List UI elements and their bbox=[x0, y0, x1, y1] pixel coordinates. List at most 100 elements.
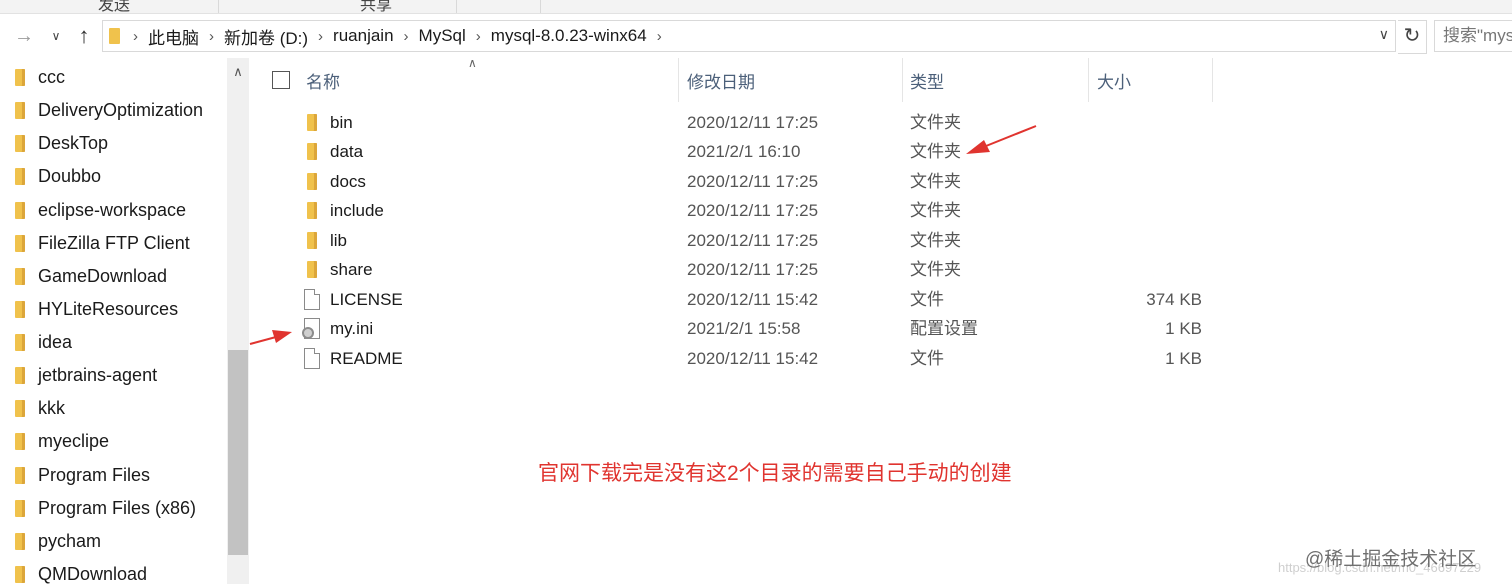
ribbon-strip: 发送 共享 bbox=[0, 0, 1512, 14]
address-bar[interactable]: › 此电脑 › 新加卷 (D:) › ruanjain › MySql › my… bbox=[102, 20, 1396, 52]
table-row[interactable]: share 2020/12/11 17:25 文件夹 bbox=[252, 255, 1212, 284]
nav-item[interactable]: HYLiteResources bbox=[0, 293, 226, 326]
nav-item[interactable]: FileZilla FTP Client bbox=[0, 227, 226, 260]
file-date: 2020/12/11 17:25 bbox=[687, 172, 819, 191]
recent-locations-chevron-icon[interactable]: ∨ bbox=[44, 24, 68, 48]
nav-item-label: DeliveryOptimization bbox=[38, 100, 204, 120]
file-type: 文件夹 bbox=[910, 231, 961, 250]
nav-scrollbar[interactable]: ∧ bbox=[227, 58, 249, 584]
column-header-type[interactable]: 类型 bbox=[910, 58, 944, 102]
chevron-right-icon[interactable]: › bbox=[657, 28, 662, 45]
nav-item[interactable]: DeskTop bbox=[0, 127, 226, 160]
select-all-checkbox[interactable] bbox=[272, 71, 290, 89]
scroll-up-icon[interactable]: ∧ bbox=[227, 64, 249, 82]
nav-item[interactable]: idea bbox=[0, 326, 226, 359]
nav-item-label: Doubbo bbox=[38, 166, 102, 186]
table-row[interactable]: include 2020/12/11 17:25 文件夹 bbox=[252, 196, 1212, 225]
chevron-right-icon[interactable]: › bbox=[404, 28, 409, 45]
navigation-pane: ccc DeliveryOptimization DeskTop Doubbo … bbox=[0, 58, 250, 584]
search-input[interactable]: 搜索"mys bbox=[1434, 20, 1512, 52]
folder-icon bbox=[307, 261, 317, 278]
nav-item[interactable]: Program Files (x86) bbox=[0, 492, 226, 525]
breadcrumb-item[interactable]: 此电脑 bbox=[148, 24, 199, 49]
file-type: 文件夹 bbox=[910, 142, 961, 161]
breadcrumb-item[interactable]: MySql bbox=[419, 26, 466, 46]
folder-icon bbox=[15, 400, 25, 417]
file-name: data bbox=[330, 142, 364, 161]
column-divider[interactable] bbox=[1088, 58, 1089, 102]
file-icon bbox=[304, 289, 320, 310]
ribbon-tab-send[interactable]: 发送 bbox=[98, 0, 130, 13]
folder-icon bbox=[307, 232, 317, 249]
nav-item[interactable]: kkk bbox=[0, 392, 226, 425]
watermark: @稀土掘金技术社区 bbox=[1305, 549, 1477, 570]
folder-icon bbox=[15, 533, 25, 550]
file-size: 1 KB bbox=[1165, 349, 1202, 368]
nav-item[interactable]: Doubbo bbox=[0, 160, 226, 193]
chevron-right-icon[interactable]: › bbox=[133, 28, 138, 45]
file-name: docs bbox=[330, 172, 366, 191]
nav-item-label: QMDownload bbox=[38, 564, 148, 584]
address-dropdown-icon[interactable]: ∨ bbox=[1379, 26, 1389, 43]
column-header-name[interactable]: 名称 bbox=[306, 58, 340, 102]
nav-item[interactable]: Program Files bbox=[0, 459, 226, 492]
file-name: my.ini bbox=[330, 319, 374, 338]
back-arrow-icon[interactable]: → bbox=[12, 24, 36, 48]
table-row[interactable]: README 2020/12/11 15:42 文件 1 KB bbox=[252, 344, 1212, 373]
file-type: 文件夹 bbox=[910, 172, 961, 191]
file-size bbox=[1092, 108, 1202, 137]
nav-item[interactable]: pycham bbox=[0, 525, 226, 558]
nav-item[interactable]: eclipse-workspace bbox=[0, 194, 226, 227]
folder-icon bbox=[15, 367, 25, 384]
file-size: 374 KB bbox=[1146, 290, 1202, 309]
chevron-right-icon[interactable]: › bbox=[476, 28, 481, 45]
folder-icon bbox=[15, 433, 25, 450]
folder-icon bbox=[109, 28, 120, 44]
column-divider[interactable] bbox=[1212, 58, 1213, 102]
breadcrumb-item[interactable]: ruanjain bbox=[333, 26, 394, 46]
folder-icon bbox=[15, 102, 25, 119]
table-row[interactable]: lib 2020/12/11 17:25 文件夹 bbox=[252, 226, 1212, 255]
chevron-right-icon[interactable]: › bbox=[318, 28, 323, 45]
refresh-icon[interactable]: ↻ bbox=[1398, 20, 1427, 54]
chevron-right-icon[interactable]: › bbox=[209, 28, 214, 45]
table-row[interactable]: docs 2020/12/11 17:25 文件夹 bbox=[252, 167, 1212, 196]
up-arrow-icon[interactable]: ↑ bbox=[72, 24, 96, 48]
file-size bbox=[1092, 137, 1202, 166]
file-list: ∧ 名称 修改日期 类型 大小 bin 2020/12/11 17:25 文件夹… bbox=[252, 56, 1512, 584]
nav-item-label: ccc bbox=[38, 67, 65, 87]
file-type: 文件 bbox=[910, 290, 944, 309]
folder-icon bbox=[307, 173, 317, 190]
nav-item[interactable]: DeliveryOptimization bbox=[0, 94, 226, 127]
table-row[interactable]: data 2021/2/1 16:10 文件夹 bbox=[252, 137, 1212, 166]
folder-icon bbox=[15, 467, 25, 484]
scroll-thumb[interactable] bbox=[228, 350, 248, 555]
nav-item-label: FileZilla FTP Client bbox=[38, 233, 190, 253]
file-size: 1 KB bbox=[1165, 319, 1202, 338]
column-divider[interactable] bbox=[902, 58, 903, 102]
nav-item[interactable]: QMDownload bbox=[0, 558, 226, 584]
ribbon-tab-share[interactable]: 共享 bbox=[360, 0, 392, 13]
file-name: LICENSE bbox=[330, 290, 403, 309]
folder-icon bbox=[15, 268, 25, 285]
nav-item[interactable]: GameDownload bbox=[0, 260, 226, 293]
folder-icon bbox=[307, 114, 317, 131]
folder-icon bbox=[15, 500, 25, 517]
nav-item[interactable]: jetbrains-agent bbox=[0, 359, 226, 392]
breadcrumb-item[interactable]: mysql-8.0.23-winx64 bbox=[491, 26, 647, 46]
nav-item[interactable]: ccc bbox=[0, 61, 226, 94]
file-date: 2020/12/11 17:25 bbox=[687, 260, 819, 279]
table-row[interactable]: my.ini 2021/2/1 15:58 配置设置 1 KB bbox=[252, 314, 1212, 343]
nav-item-label: Program Files bbox=[38, 465, 151, 485]
file-date: 2020/12/11 15:42 bbox=[687, 349, 819, 368]
nav-item-label: GameDownload bbox=[38, 266, 168, 286]
gear-icon bbox=[302, 327, 314, 339]
nav-item[interactable]: myeclipe bbox=[0, 425, 226, 458]
column-header-size[interactable]: 大小 bbox=[1097, 58, 1131, 102]
column-header-date[interactable]: 修改日期 bbox=[687, 58, 755, 102]
table-row[interactable]: LICENSE 2020/12/11 15:42 文件 374 KB bbox=[252, 285, 1212, 314]
nav-item-label: myeclipe bbox=[38, 431, 110, 451]
column-divider[interactable] bbox=[678, 58, 679, 102]
table-row[interactable]: bin 2020/12/11 17:25 文件夹 bbox=[252, 108, 1212, 137]
breadcrumb-item[interactable]: 新加卷 (D:) bbox=[224, 24, 308, 49]
